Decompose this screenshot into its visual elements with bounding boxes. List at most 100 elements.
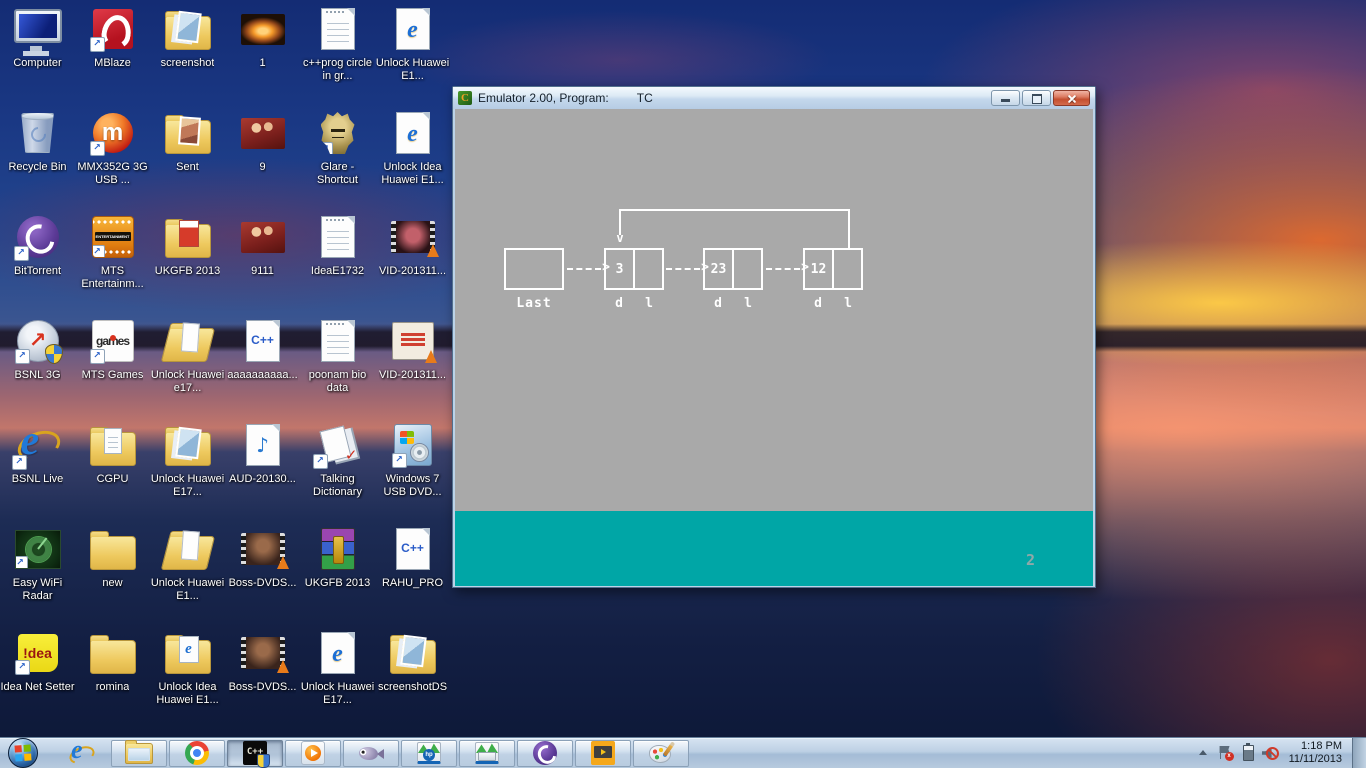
taskbar-button-fish[interactable] <box>343 739 399 767</box>
ie-document-icon <box>395 8 430 50</box>
desktop-icon-label: poonam bio data <box>308 369 367 394</box>
back-edge-line <box>619 209 850 211</box>
battery-icon[interactable] <box>1242 743 1254 761</box>
taskbar-button-ie[interactable] <box>53 735 109 767</box>
desktop-icon[interactable]: aaaaaaaaaa... <box>225 316 300 420</box>
maximize-button[interactable] <box>1022 90 1051 106</box>
glare-game-icon <box>320 112 355 154</box>
ie-icon <box>68 735 94 766</box>
minimize-button[interactable] <box>991 90 1020 106</box>
taskbar-button-tc[interactable] <box>227 739 283 768</box>
desktop-icon-label: Boss-DVDS... <box>228 577 297 589</box>
cpp-document-icon <box>395 528 430 570</box>
volume-muted-icon[interactable] <box>1262 746 1279 760</box>
taskbar-button-bittorrent[interactable] <box>517 739 573 767</box>
taskbar-button-wmp[interactable] <box>285 739 341 767</box>
desktop-icon[interactable]: IdeaE1732 <box>300 212 375 316</box>
desktop-icon[interactable]: screenshotDS <box>375 628 450 732</box>
desktop-icon[interactable]: Glare - Shortcut <box>300 108 375 212</box>
desktop-icon[interactable]: MBlaze <box>75 4 150 108</box>
window-program-name: TC <box>636 91 653 105</box>
desktop-icon[interactable]: 9 <box>225 108 300 212</box>
mblaze-icon <box>89 9 133 52</box>
desktop-icon[interactable]: Boss-DVDS... <box>225 628 300 732</box>
desktop-icon[interactable]: VID-201311... <box>375 212 450 316</box>
desktop-icon[interactable]: screenshot <box>150 4 225 108</box>
desktop-icon[interactable]: new <box>75 524 150 628</box>
desktop-icon-label: BitTorrent <box>13 265 62 277</box>
desktop-icon-label: MBlaze <box>94 57 131 69</box>
desktop-icon[interactable]: VID-201311... <box>375 316 450 420</box>
desktop-icon-label: MTS Games <box>81 369 144 381</box>
desktop-icon[interactable]: UKGFB 2013 <box>150 212 225 316</box>
emulator-screen: Last 3 23 12 d l d l <box>455 109 1093 586</box>
cell-label-d: d <box>814 296 822 311</box>
taskbar-button-video-player[interactable] <box>575 739 631 767</box>
desktop-icon[interactable]: AUD-20130... <box>225 420 300 524</box>
node-link-cell <box>635 250 662 288</box>
hidden-icons-arrow[interactable] <box>1196 746 1210 760</box>
taskbar-clock[interactable]: 1:18 PM 11/11/2013 <box>1289 740 1342 766</box>
taskbar-button-hp[interactable] <box>401 739 457 767</box>
desktop-icon-label: BSNL Live <box>11 473 64 485</box>
desktop-icon-label: new <box>102 577 123 589</box>
taskbar-button-explorer[interactable] <box>111 739 167 767</box>
desktop-icon[interactable]: Recycle Bin <box>0 108 75 212</box>
desktop-icon[interactable]: MMX352G 3G USB ... <box>75 108 150 212</box>
node-data-cell: 23 <box>705 250 734 288</box>
desktop-icon[interactable]: Unlock Huawei E17... <box>300 628 375 732</box>
desktop-icon-label: Unlock Huawei E17... <box>150 473 225 498</box>
desktop-icon[interactable]: RAHU_PRO <box>375 524 450 628</box>
desktop-icon-label: Glare - Shortcut <box>317 161 358 186</box>
taskbar-button-paint[interactable] <box>633 739 689 767</box>
folder-photo-icon <box>164 115 211 154</box>
desktop-icon-label: 1 <box>259 57 266 69</box>
node-data-cell: 3 <box>606 250 635 288</box>
desktop-icon[interactable]: Easy WiFi Radar <box>0 524 75 628</box>
desktop-icon[interactable]: Sent <box>150 108 225 212</box>
show-desktop-button[interactable] <box>1352 737 1366 768</box>
desktop-icon[interactable]: poonam bio data <box>300 316 375 420</box>
desktop-icon[interactable]: Boss-DVDS... <box>225 524 300 628</box>
arrowhead-down-icon <box>613 227 627 246</box>
fish-icon <box>358 740 384 766</box>
desktop-wallpaper[interactable]: Computer MBlaze screenshot 1 c++prog circle … <box>0 0 1366 768</box>
node-link-cell <box>834 250 861 288</box>
taskbar-button-chrome[interactable] <box>169 739 225 767</box>
window-titlebar[interactable]: Emulator 2.00, Program: TC <box>453 87 1095 109</box>
desktop-icon[interactable]: 9111 <box>225 212 300 316</box>
shortcut-arrow-icon <box>89 141 105 156</box>
desktop-icon[interactable]: Unlock Idea Huawei E1... <box>375 108 450 212</box>
desktop-icon[interactable]: Computer <box>0 4 75 108</box>
desktop-icon[interactable]: BSNL Live <box>0 416 75 524</box>
desktop-icon[interactable]: 1 <box>225 4 300 108</box>
desktop-icon[interactable]: CGPU <box>75 420 150 524</box>
desktop-icon[interactable]: Talking Dictionary <box>300 420 375 524</box>
desktop-icon[interactable]: UKGFB 2013 <box>300 524 375 628</box>
desktop-icon[interactable]: Unlock Huawei E1... <box>375 4 450 108</box>
mts-entertainment-icon <box>91 216 134 258</box>
desktop-icon-label: CGPU <box>96 473 129 485</box>
desktop-icon[interactable]: Unlock Huawei E1... <box>150 524 225 628</box>
desktop-icon-label: Computer <box>13 57 62 69</box>
desktop-icon[interactable]: MTS Entertainm... <box>75 212 150 316</box>
desktop-icon-label: Unlock Idea Huawei E1... <box>381 161 444 186</box>
cell-label-d: d <box>615 296 623 311</box>
desktop-icon[interactable]: Unlock Idea Huawei E1... <box>150 628 225 732</box>
desktop-icon[interactable]: Windows 7 USB DVD... <box>375 420 450 524</box>
action-center-flag-icon[interactable] <box>1218 745 1234 761</box>
desktop-icon[interactable]: MTS Games <box>75 316 150 420</box>
desktop-icon[interactable]: Unlock Huawei E17... <box>150 420 225 524</box>
desktop-icon[interactable]: BitTorrent <box>0 212 75 316</box>
desktop-icon[interactable]: Idea Net Setter <box>0 628 75 732</box>
desktop-icon[interactable]: Unlock Huawei e17... <box>150 316 225 420</box>
close-button[interactable] <box>1053 90 1090 106</box>
desktop-icon[interactable]: BSNL 3G <box>0 316 75 420</box>
desktop-icon-label: IdeaE1732 <box>310 265 365 277</box>
desktop-icon[interactable]: c++prog circle in gr... <box>300 4 375 108</box>
start-button[interactable] <box>8 738 38 768</box>
desktop-icon-label: Sent <box>176 161 199 173</box>
desktop-icon[interactable]: romina <box>75 628 150 732</box>
shortcut-arrow-icon <box>312 454 328 469</box>
taskbar-button-scanner[interactable] <box>459 739 515 767</box>
